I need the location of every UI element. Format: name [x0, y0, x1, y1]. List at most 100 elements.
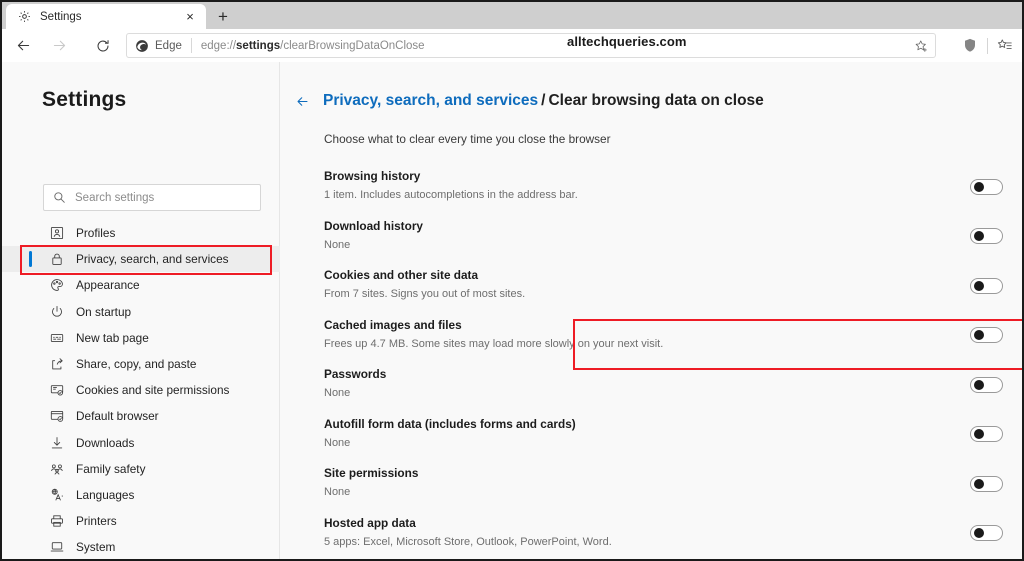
back-arrow-icon[interactable]: [295, 94, 310, 109]
browser-window: Settings × + Edge edge://settings/clearB…: [0, 0, 1024, 561]
sidebar-item-profiles[interactable]: Profiles: [2, 220, 280, 246]
printer-icon: [49, 513, 65, 529]
toolbar-right-actions: [955, 33, 1020, 58]
toggle-knob: [974, 181, 984, 192]
url-suffix: /clearBrowsingDataOnClose: [280, 39, 425, 52]
sidebar-item-new-tab-page[interactable]: New tab page: [2, 325, 280, 351]
system-icon: [49, 539, 65, 555]
languages-icon: [49, 487, 65, 503]
star-add-icon[interactable]: [909, 35, 933, 57]
tab-settings[interactable]: Settings ×: [6, 4, 206, 29]
breadcrumb-parent-link[interactable]: Privacy, search, and services: [323, 92, 538, 109]
toggle-knob: [974, 231, 984, 242]
row-description: None: [324, 238, 351, 251]
lock-icon: [49, 251, 65, 267]
breadcrumb: Privacy, search, and services / Clear brow…: [323, 92, 764, 110]
clear-data-rows: Browsing history 1 item. Includes autocom…: [281, 162, 1022, 558]
palette-icon: [49, 277, 65, 293]
sidebar-item-share-copy-and-paste[interactable]: Share, copy, and paste: [2, 351, 280, 377]
omnibox-divider: [190, 38, 192, 53]
sidebar-item-label: Family safety: [76, 461, 146, 476]
sidebar-item-downloads[interactable]: Downloads: [2, 430, 280, 456]
toggle-switch[interactable]: [970, 228, 1003, 245]
browser-window-icon: [49, 408, 65, 424]
new-tab-button[interactable]: +: [210, 5, 236, 27]
sidebar-item-cookies-and-site-permissions[interactable]: Cookies and site permissions: [2, 377, 280, 403]
row-title: Autofill form data (includes forms and c…: [324, 416, 576, 431]
row-description: None: [324, 486, 351, 498]
search-input[interactable]: Search settings: [43, 184, 261, 211]
family-icon: [49, 461, 65, 477]
toolbar-divider: [987, 37, 988, 54]
edge-badge-label: Edge: [155, 39, 182, 52]
sidebar-item-languages[interactable]: Languages: [2, 482, 280, 508]
omnibox-actions: [909, 35, 933, 57]
toggle-switch[interactable]: [970, 376, 1003, 393]
sidebar-item-label: On startup: [76, 304, 132, 319]
settings-page: Settings Search settings Profiles Privacy…: [2, 62, 1022, 559]
cookies-icon: [49, 382, 65, 398]
site-watermark: alltechqueries.com: [567, 34, 687, 49]
toggle-knob: [974, 280, 984, 291]
gear-icon: [16, 9, 32, 25]
row-autofill-form-data-includes-forms-and-cards: Autofill form data (includes forms and c…: [281, 410, 1022, 460]
row-download-history: Download history None: [281, 212, 1022, 262]
toggle-switch[interactable]: [970, 327, 1003, 344]
back-button[interactable]: [8, 31, 38, 61]
sidebar-item-label: Cookies and site permissions: [76, 383, 230, 398]
row-description: 5 apps: Excel, Microsoft Store, Outlook,…: [324, 535, 612, 548]
settings-content: Privacy, search, and services / Clear brow…: [281, 62, 1022, 559]
toggle-knob: [974, 528, 984, 539]
collections-icon[interactable]: [990, 33, 1020, 58]
address-bar[interactable]: Edge edge://settings/clearBrowsingDataOn…: [126, 33, 936, 58]
sidebar-item-printers[interactable]: Printers: [2, 508, 280, 534]
toggle-switch[interactable]: [970, 525, 1003, 542]
toggle-knob: [974, 478, 984, 489]
sidebar-item-family-safety[interactable]: Family safety: [2, 456, 280, 482]
refresh-button[interactable]: [88, 31, 118, 61]
tab-strip: Settings × +: [2, 2, 1022, 29]
toggle-switch[interactable]: [970, 178, 1003, 195]
breadcrumb-current: Clear browsing data on close: [548, 92, 764, 109]
edge-site-badge: Edge: [135, 39, 182, 53]
row-title: Browsing history: [324, 169, 421, 183]
row-title: Cached images and files: [324, 317, 462, 332]
download-icon: [49, 435, 65, 451]
toggle-knob: [974, 379, 984, 390]
sidebar-item-default-browser[interactable]: Default browser: [2, 403, 280, 429]
toggle-knob: [974, 429, 984, 440]
sidebar-item-label: Languages: [76, 487, 135, 502]
close-icon[interactable]: ×: [180, 7, 200, 27]
sidebar-item-appearance[interactable]: Appearance: [2, 272, 280, 298]
sidebar-item-label: Privacy, search, and services: [76, 252, 229, 267]
sidebar-item-label: Printers: [76, 514, 117, 529]
sidebar-item-label: Downloads: [76, 435, 135, 450]
sidebar-item-label: Share, copy, and paste: [76, 357, 197, 372]
profile-icon: [49, 225, 65, 241]
tab-title: Settings: [40, 10, 82, 23]
page-subtitle: Choose what to clear every time you clos…: [324, 132, 611, 146]
sidebar-item-system[interactable]: System: [2, 534, 280, 559]
row-title: Download history: [324, 218, 423, 233]
search-icon: [53, 191, 66, 204]
sidebar-item-label: System: [76, 540, 116, 555]
toggle-switch[interactable]: [970, 426, 1003, 443]
row-description: From 7 sites. Signs you out of most site…: [324, 288, 526, 300]
shield-icon[interactable]: [955, 33, 985, 58]
sidebar-item-label: New tab page: [76, 330, 149, 345]
sidebar-item-label: Appearance: [76, 278, 140, 293]
sidebar-item-on-startup[interactable]: On startup: [2, 299, 280, 325]
toggle-switch[interactable]: [970, 277, 1003, 294]
url-prefix: edge://: [200, 39, 237, 52]
sidebar-item-privacy-search-and-services[interactable]: Privacy, search, and services: [2, 246, 280, 273]
url-text: edge://settings/clearBrowsingDataOnClose: [201, 40, 425, 52]
edge-logo-icon: [136, 39, 148, 52]
row-site-permissions: Site permissions None: [281, 459, 1022, 509]
toggle-knob: [974, 330, 984, 341]
forward-button[interactable]: [44, 31, 74, 61]
row-description: None: [324, 436, 351, 449]
toggle-switch[interactable]: [970, 475, 1003, 492]
power-icon: [49, 304, 65, 320]
row-description: None: [324, 387, 351, 399]
settings-sidebar: Settings Search settings Profiles Privacy…: [2, 62, 280, 559]
